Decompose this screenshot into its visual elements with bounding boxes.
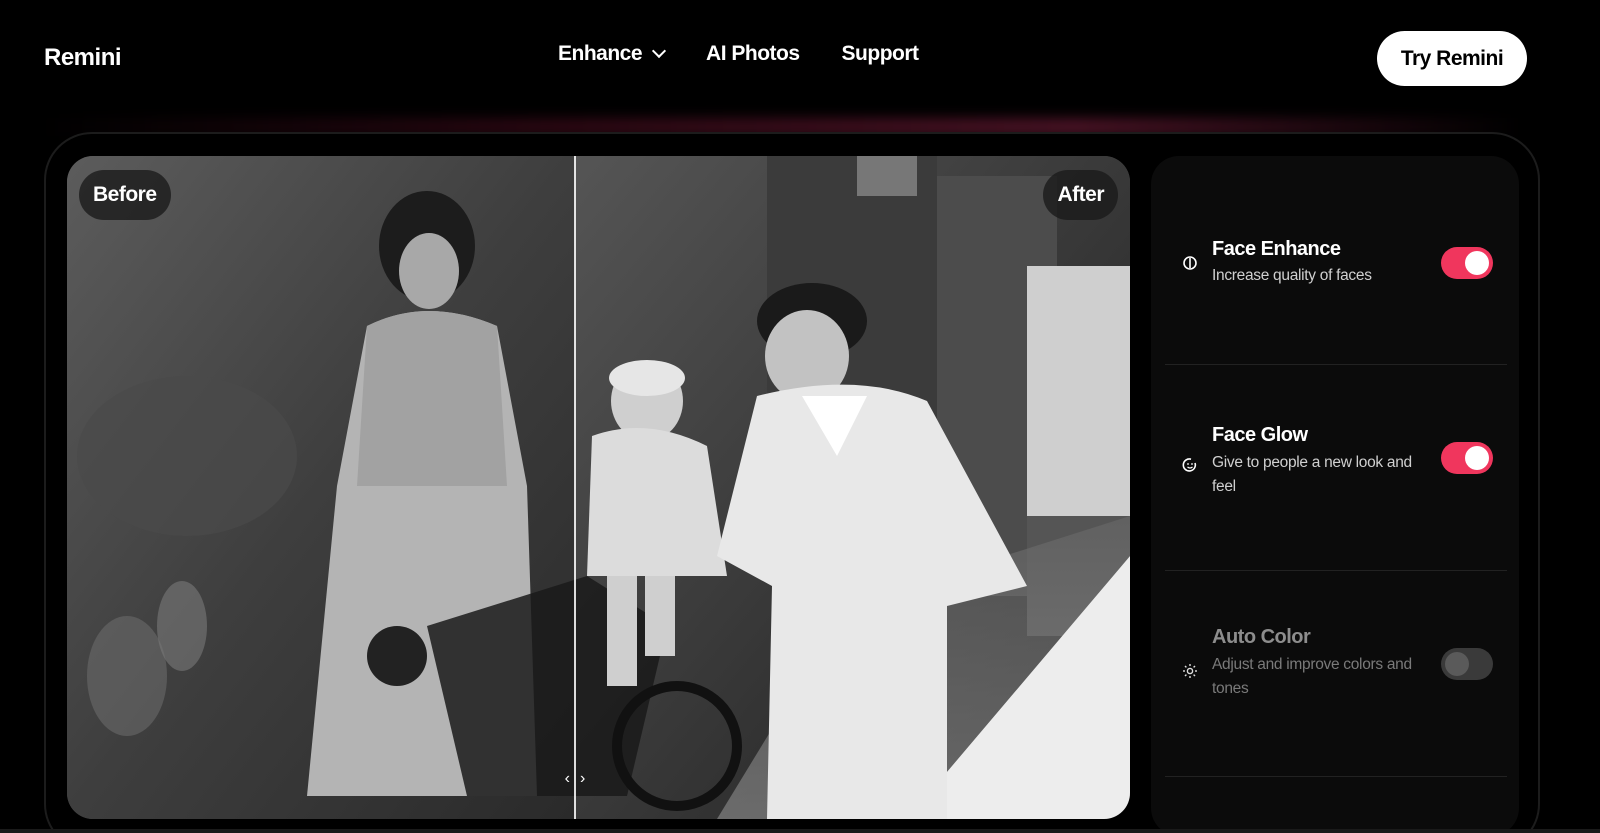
remini-logo[interactable]: Remini <box>44 44 122 72</box>
option-description: Increase quality of faces <box>1212 267 1372 284</box>
option-title: Face Enhance <box>1212 238 1341 260</box>
chevron-down-icon <box>651 43 667 59</box>
compare-divider[interactable] <box>574 156 576 819</box>
option-title: Face Glow <box>1212 424 1308 446</box>
nav-ai-photos[interactable]: AI Photos <box>706 42 800 66</box>
bottom-scroll-edge <box>0 829 1600 833</box>
chevron-left-icon: ‹ <box>564 770 570 787</box>
nav-enhance-label: Enhance <box>558 42 643 65</box>
option-auto-color: Auto Color Adjust and improve colors and… <box>1151 570 1519 776</box>
after-label: After <box>1043 170 1118 220</box>
face-enhance-toggle[interactable] <box>1441 247 1493 279</box>
main-nav: Enhance AI Photos Support <box>558 42 919 66</box>
option-face-glow: Face Glow Give to people a new look and … <box>1151 364 1519 570</box>
option-title: Auto Color <box>1212 626 1311 648</box>
site-header: Remini Enhance AI Photos Support Try Rem… <box>0 0 1600 118</box>
before-after-compare[interactable]: Before After ‹ › <box>67 156 1130 819</box>
sun-icon <box>1181 662 1199 680</box>
face-glow-toggle[interactable] <box>1441 442 1493 474</box>
face-glow-icon <box>1181 456 1199 474</box>
comparison-photo <box>67 156 1130 819</box>
nav-support-label: Support <box>841 42 919 65</box>
nav-support[interactable]: Support <box>842 42 919 66</box>
nav-enhance[interactable]: Enhance <box>558 42 667 66</box>
option-face-enhance: Face Enhance Increase quality of faces <box>1151 156 1519 364</box>
option-description: Adjust and improve colors and tones <box>1212 656 1412 697</box>
divider <box>1165 776 1507 777</box>
option-description: Give to people a new look and feel <box>1212 454 1412 495</box>
before-label: Before <box>79 170 171 220</box>
compare-slider-handle[interactable]: ‹ › <box>548 770 602 790</box>
nav-ai-photos-label: AI Photos <box>706 42 800 65</box>
try-remini-button[interactable]: Try Remini <box>1377 31 1527 86</box>
toggle-knob <box>1465 251 1489 275</box>
enhance-settings-panel: Face Enhance Increase quality of faces F… <box>1151 156 1519 833</box>
toggle-knob <box>1465 446 1489 470</box>
chevron-right-icon: › <box>580 770 586 787</box>
auto-color-toggle[interactable] <box>1441 648 1493 680</box>
face-enhance-icon <box>1181 254 1199 272</box>
toggle-knob <box>1445 652 1469 676</box>
